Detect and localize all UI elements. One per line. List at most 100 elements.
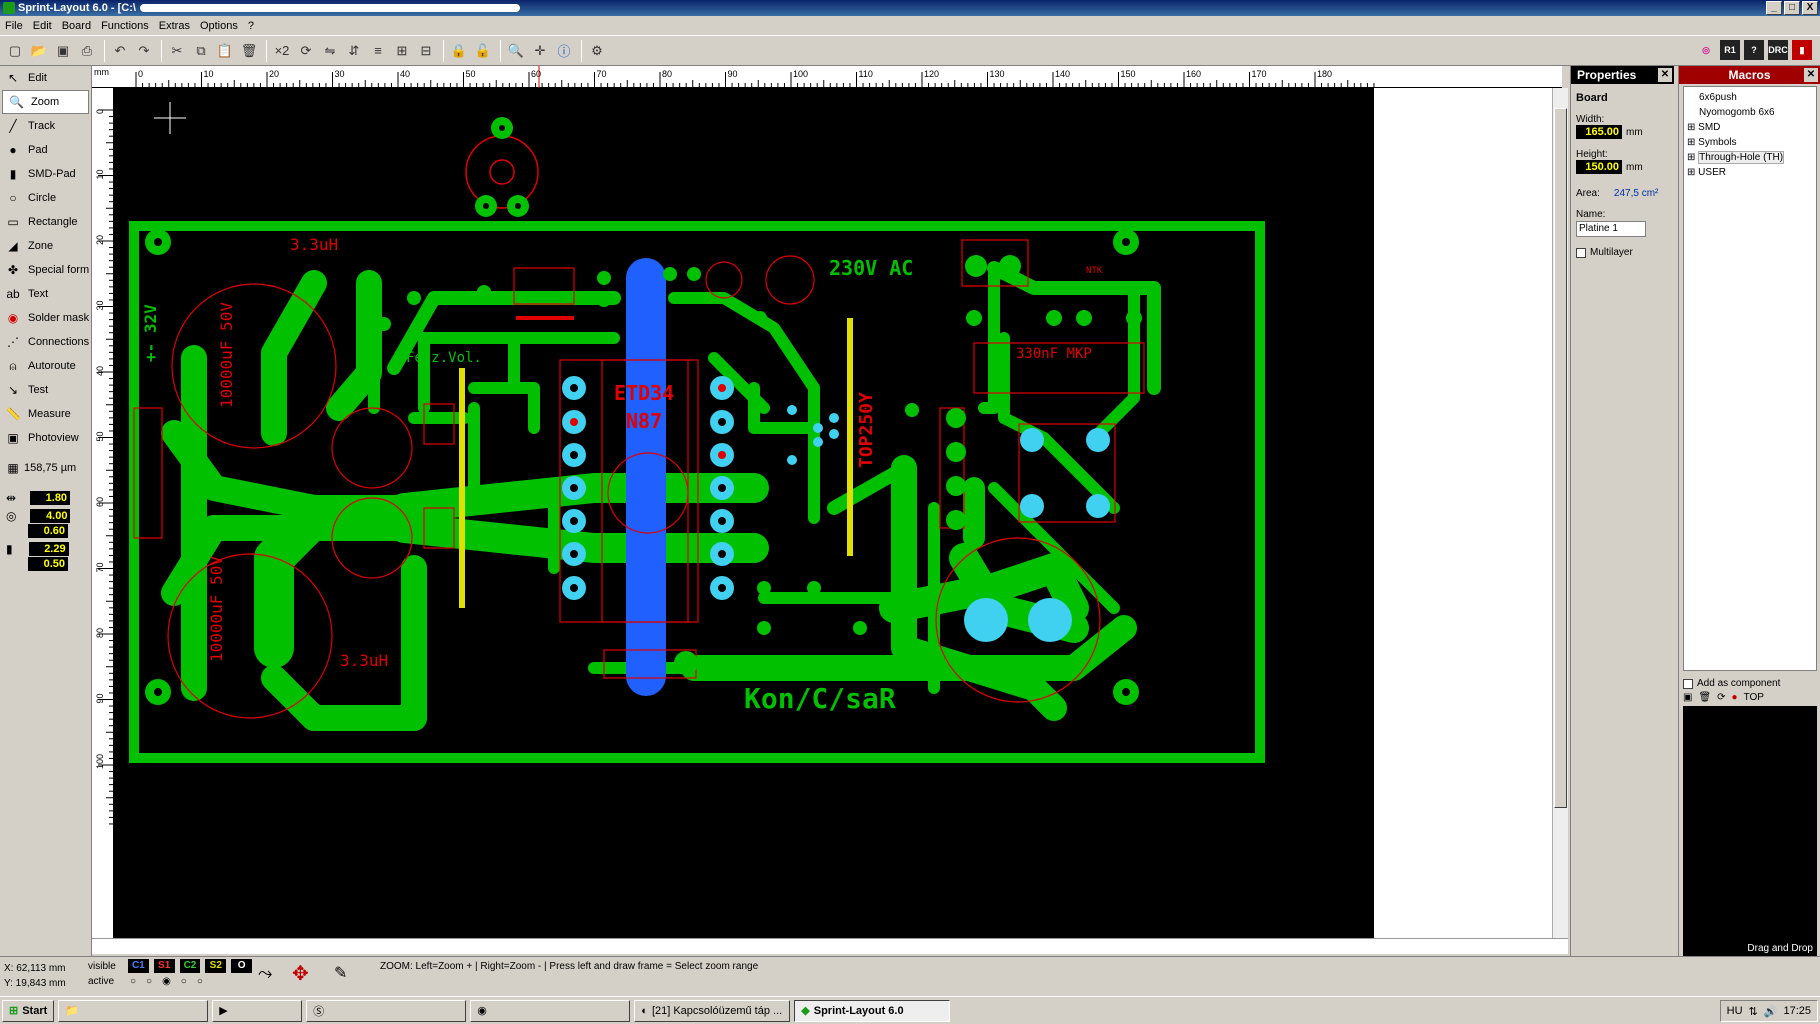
menu-options[interactable]: Options — [195, 20, 243, 32]
delete-macro-icon[interactable]: 🗑 — [1698, 692, 1711, 703]
taskbar-task[interactable]: ◉ — [470, 999, 631, 1022]
board-width-input[interactable]: 165.00 — [1576, 125, 1622, 139]
tool-photoview[interactable]: ▣ Photoview — [0, 426, 91, 450]
start-button[interactable]: ⊞ Start — [2, 999, 55, 1022]
macro-tree[interactable]: 6x6push Nyomogomb 6x6 ⊞ SMD ⊞ Symbols ⊞ … — [1683, 86, 1817, 671]
drc-icon[interactable]: DRC — [1768, 40, 1788, 60]
taskbar-task[interactable]: 📁 — [58, 999, 209, 1022]
tool-measure[interactable]: 📏 Measure — [0, 402, 91, 426]
close-macros-icon[interactable]: ✕ — [1804, 68, 1818, 82]
tool-connections[interactable]: ⋰ Connections — [0, 330, 91, 354]
tool-solder-mask[interactable]: ◉ Solder mask — [0, 306, 91, 330]
cut-icon[interactable]: ✂ — [166, 40, 188, 62]
undo-icon[interactable]: ↶ — [109, 40, 131, 62]
pink-circle-icon[interactable]: ◎ — [1696, 40, 1716, 60]
multilayer-checkbox[interactable] — [1576, 247, 1586, 258]
tool-zone[interactable]: ◢ Zone — [0, 234, 91, 258]
maximize-button[interactable]: □ — [1784, 1, 1800, 15]
pad-outer-input[interactable]: 4.00 — [30, 508, 71, 523]
macro-folder[interactable]: ⊞ SMD — [1687, 120, 1813, 135]
pcb-canvas[interactable]: 3.3uH 3.3uH 10000uF 50V 10000uF 50V +- 3… — [114, 88, 1374, 938]
export-icon[interactable]: ▮ — [1792, 40, 1812, 60]
layer-o[interactable]: O — [231, 959, 253, 973]
track-width-input[interactable]: 1.80 — [30, 490, 71, 505]
pen-icon[interactable]: ✎ — [334, 963, 347, 983]
pcb-svg[interactable]: 3.3uH 3.3uH 10000uF 50V 10000uF 50V +- 3… — [114, 88, 1374, 938]
layer-c2[interactable]: C2 — [179, 959, 201, 973]
menu-edit[interactable]: Edit — [28, 20, 57, 32]
menu-functions[interactable]: Functions — [96, 20, 154, 32]
tool-test[interactable]: ↘ Test — [0, 378, 91, 402]
menu-file[interactable]: File — [0, 20, 28, 32]
scroll-thumb[interactable] — [1554, 108, 1567, 808]
macro-folder[interactable]: ⊞ Symbols — [1687, 135, 1813, 150]
macro-item[interactable]: 6x6push — [1687, 90, 1813, 105]
tool-special-form[interactable]: ✤ Special form — [0, 258, 91, 282]
taskbar-task[interactable]: Ⓢ — [306, 999, 467, 1022]
menu-extras[interactable]: Extras — [154, 20, 195, 32]
mirror-v-icon[interactable]: ⇵ — [343, 40, 365, 62]
close-properties-icon[interactable]: ✕ — [1658, 68, 1672, 82]
close-button[interactable]: X — [1802, 1, 1818, 15]
volume-icon[interactable]: 🔊 — [1764, 1005, 1778, 1018]
taskbar-task-forum[interactable]: ◐ [21] Kapcsolóüzemű táp ... — [634, 999, 791, 1022]
network-icon[interactable]: ⇅ — [1749, 1005, 1758, 1018]
duplicate-icon[interactable]: ×2 — [271, 40, 293, 62]
info-icon[interactable]: ⓘ — [553, 40, 575, 62]
redo-icon[interactable]: ↷ — [133, 40, 155, 62]
smd-width-input[interactable]: 2.29 — [28, 541, 69, 556]
menu-board[interactable]: Board — [57, 20, 96, 32]
group-icon[interactable]: ⊞ — [391, 40, 413, 62]
lock-icon[interactable]: 🔒 — [448, 40, 470, 62]
taskbar-task[interactable]: ▶ — [212, 999, 303, 1022]
vertical-scrollbar[interactable] — [1552, 88, 1568, 938]
delete-icon[interactable]: 🗑 — [238, 40, 260, 62]
copy-icon[interactable]: ⧉ — [190, 40, 212, 62]
zoom-icon[interactable]: 🔍 — [505, 40, 527, 62]
active-radios[interactable]: ○○◉○○ — [130, 976, 213, 987]
macro-folder[interactable]: ⊞ Through-Hole (TH) — [1687, 150, 1813, 165]
grid-setting[interactable]: ▦ 158,75 µm — [0, 456, 91, 480]
rotate-macro-icon[interactable]: ⟳ — [1717, 692, 1725, 703]
tool-pad[interactable]: ● Pad — [0, 138, 91, 162]
save-macro-icon[interactable]: ▣ — [1683, 692, 1692, 703]
taskbar-task-sprint[interactable]: ◆ Sprint-Layout 6.0 — [794, 999, 951, 1022]
crosshair-icon[interactable]: ✛ — [529, 40, 551, 62]
rotate-icon[interactable]: ⟳ — [295, 40, 317, 62]
r1-icon[interactable]: R1 — [1720, 40, 1740, 60]
help-icon[interactable]: ? — [1744, 40, 1764, 60]
track-mode-icon[interactable]: ⤳ — [258, 963, 272, 984]
settings-icon[interactable]: ⚙ — [586, 40, 608, 62]
minimize-button[interactable]: _ — [1766, 1, 1782, 15]
tool-circle[interactable]: ○ Circle — [0, 186, 91, 210]
unlock-icon[interactable]: 🔓 — [472, 40, 494, 62]
tool-autoroute[interactable]: ⍝ Autoroute — [0, 354, 91, 378]
add-component-checkbox[interactable] — [1683, 678, 1693, 689]
macro-item[interactable]: Nyomogomb 6x6 — [1687, 105, 1813, 120]
board-name-input[interactable]: Platine 1 — [1576, 221, 1646, 237]
layer-s1[interactable]: S1 — [153, 959, 175, 973]
save-icon[interactable]: ▣ — [52, 40, 74, 62]
record-icon[interactable]: ● — [1732, 692, 1738, 703]
tool-smd-pad[interactable]: ▮ SMD-Pad — [0, 162, 91, 186]
horizontal-scrollbar[interactable] — [92, 938, 1568, 954]
tool-zoom[interactable]: 🔍 Zoom — [2, 90, 89, 114]
smd-height-input[interactable]: 0.50 — [28, 556, 68, 571]
print-icon[interactable]: ⎙ — [76, 40, 98, 62]
tool-edit[interactable]: ↖ Edit — [0, 66, 91, 90]
snap-icon[interactable]: ✥ — [292, 961, 309, 986]
tool-track[interactable]: ╱ Track — [0, 114, 91, 138]
menu-help[interactable]: ? — [243, 20, 259, 32]
layer-s2[interactable]: S2 — [205, 959, 227, 973]
layer-c1[interactable]: C1 — [127, 959, 149, 973]
board-height-input[interactable]: 150.00 — [1576, 160, 1622, 174]
mirror-h-icon[interactable]: ⇋ — [319, 40, 341, 62]
align-icon[interactable]: ≡ — [367, 40, 389, 62]
pad-inner-input[interactable]: 0.60 — [28, 523, 68, 538]
paste-icon[interactable]: 📋 — [214, 40, 236, 62]
new-icon[interactable]: ▢ — [4, 40, 26, 62]
ungroup-icon[interactable]: ⊟ — [415, 40, 437, 62]
clock[interactable]: 17:25 — [1783, 1005, 1811, 1017]
top-button[interactable]: TOP — [1744, 692, 1764, 703]
tool-rectangle[interactable]: ▭ Rectangle — [0, 210, 91, 234]
